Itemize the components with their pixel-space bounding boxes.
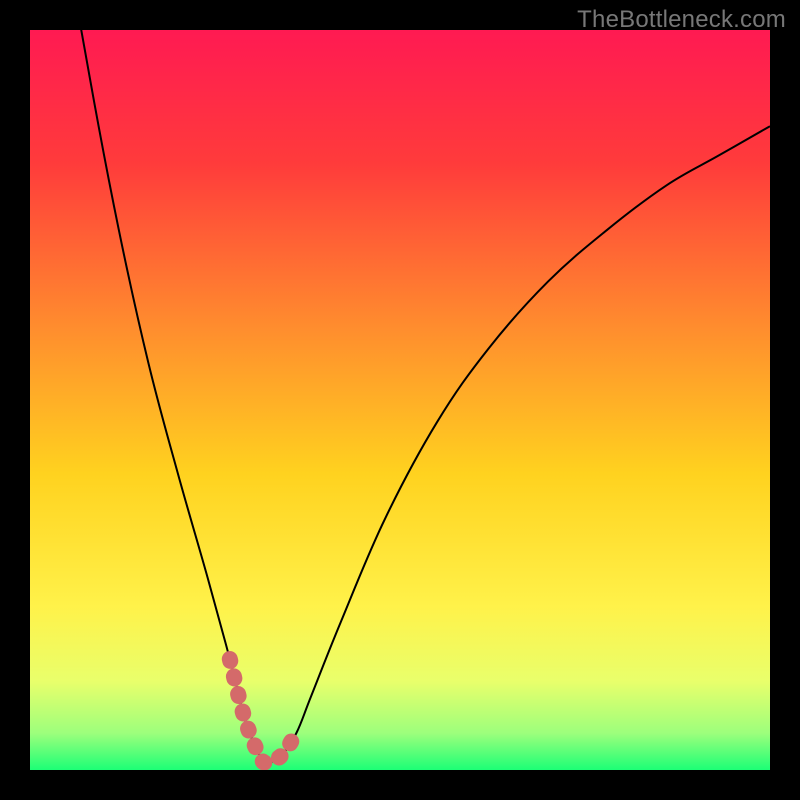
watermark-text: TheBottleneck.com bbox=[577, 6, 786, 34]
chart-svg bbox=[30, 30, 770, 770]
plot-area bbox=[30, 30, 770, 770]
gradient-background bbox=[30, 30, 770, 770]
chart-container: TheBottleneck.com bbox=[0, 0, 800, 800]
